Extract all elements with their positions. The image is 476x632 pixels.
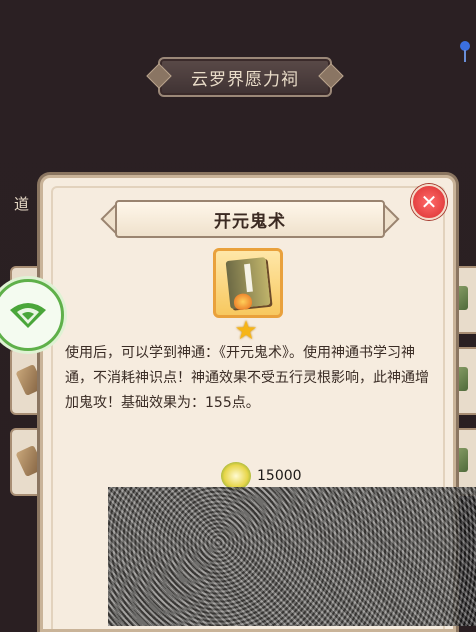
item-description: 使用后，可以学到神通：《开元鬼术》。使用神通书学习神通，不消耗神识点！神通效果不… <box>65 345 429 411</box>
close-button[interactable]: ✕ <box>411 184 447 220</box>
side-label: 道 <box>14 195 30 213</box>
item-slot[interactable] <box>213 248 283 318</box>
page-title: 云罗界愿力祠 <box>158 57 332 97</box>
dialog-title: 开元鬼术 <box>115 200 385 238</box>
spirit-stone-icon <box>221 462 251 490</box>
dialog-title-text: 开元鬼术 <box>214 211 286 232</box>
skill-book-icon <box>225 257 271 311</box>
obscured-region <box>108 487 476 626</box>
close-icon: ✕ <box>420 190 438 214</box>
peacock-feather-icon[interactable] <box>458 38 472 64</box>
cost-value: 15000 <box>257 468 302 484</box>
page-title-text: 云罗界愿力祠 <box>191 69 299 90</box>
wifi-icon <box>10 303 46 328</box>
